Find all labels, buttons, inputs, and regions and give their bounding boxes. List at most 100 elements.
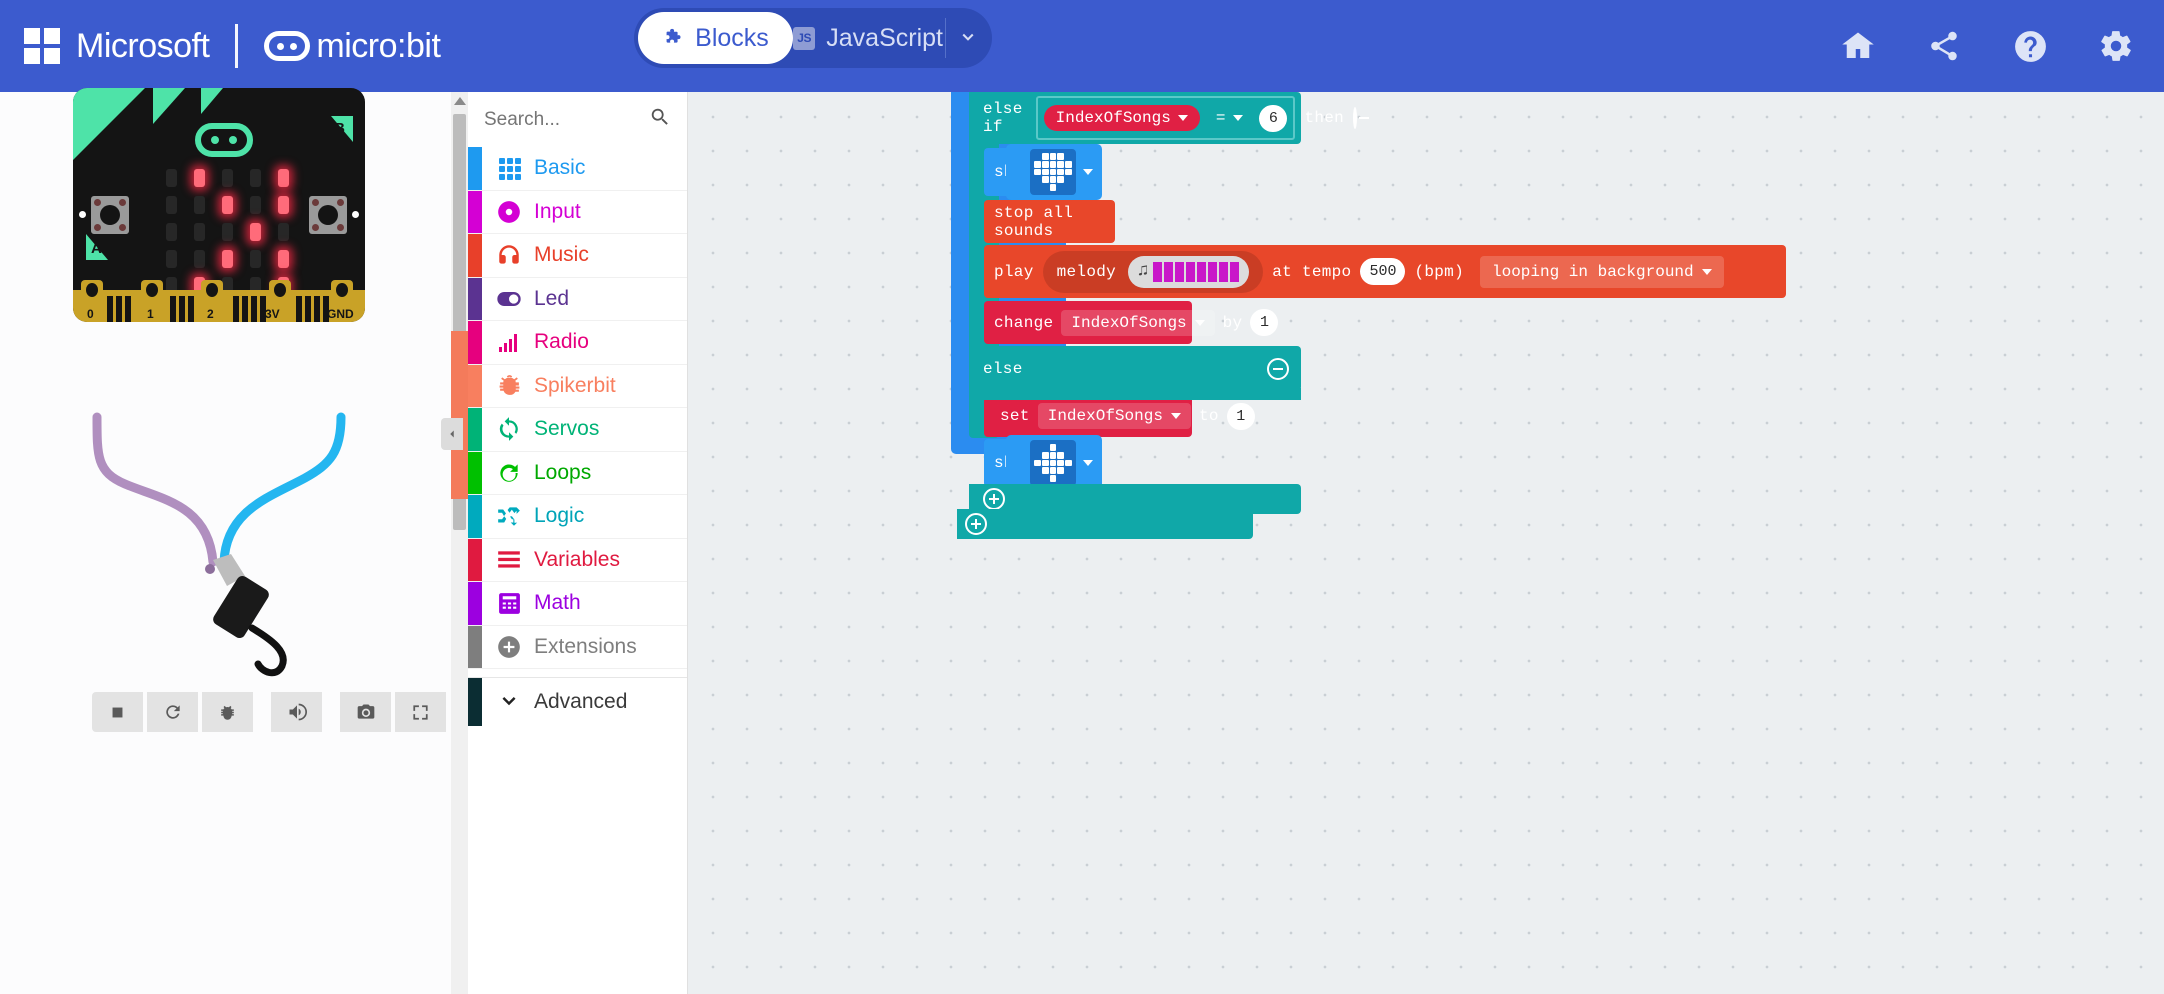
if-else-add-row-3[interactable] [957,509,1253,539]
toolbox-item-input[interactable]: Input [468,190,687,234]
toolbox-item-music[interactable]: Music [468,234,687,278]
button-b[interactable] [309,196,347,234]
tab-blocks[interactable]: Blocks [638,12,793,64]
show-icon-field-wrap-1[interactable] [1006,144,1102,200]
led-cell-0-4 [1065,444,1072,451]
expand-icon[interactable] [395,692,446,732]
led-pattern-field[interactable] [1030,440,1076,486]
toolbox-item-math[interactable]: Math [468,582,687,626]
play-label: play [994,262,1034,281]
set-variable-dropdown[interactable]: IndexOfSongs [1037,403,1191,429]
change-variable-dropdown[interactable]: IndexOfSongs [1061,309,1215,336]
led-1-4 [277,195,289,214]
js-badge-icon: JS [793,26,816,50]
led-0-0 [165,168,177,187]
category-color-bar [468,582,482,625]
toolbox-item-variables[interactable]: Variables [468,538,687,582]
search-input[interactable] [484,108,634,131]
led-cell-2-3 [1057,168,1065,176]
play-melody-block[interactable]: play melody ♫ at tempo 500 (bpm) looping… [984,245,1786,298]
toolbox-item-led[interactable]: Led [468,277,687,321]
if-else-footer-1[interactable] [969,388,1301,400]
toolbox-item-logic[interactable]: Logic [468,495,687,539]
stop-all-sounds-block[interactable]: stop all sounds [984,200,1115,243]
chevron-down-icon[interactable] [946,27,990,49]
category-color-bar [468,625,482,668]
camera-icon[interactable] [340,692,391,732]
chevron-down-icon[interactable] [1083,169,1093,175]
chevron-down-icon[interactable] [1177,115,1188,121]
blocks-workspace[interactable]: else if IndexOfSongs = 6 then show icon [688,92,2164,994]
chevron-down-icon[interactable] [1194,319,1205,326]
plus-circle-icon[interactable] [965,513,987,535]
lines-icon [492,547,526,573]
led-1-2 [221,195,233,214]
toolbox-search[interactable] [468,92,687,147]
change-amount[interactable]: 1 [1250,309,1279,336]
led-pattern-field[interactable] [1030,149,1076,195]
plus-circle-icon[interactable] [983,488,1005,510]
change-variable-block[interactable]: change IndexOfSongs by 1 [984,301,1279,344]
set-value[interactable]: 1 [1226,402,1255,430]
edge-tooth [233,296,239,322]
settings-gear-icon[interactable] [2096,26,2136,66]
chevron-down-icon[interactable] [1170,413,1181,419]
led-cell-4-4 [1065,184,1072,191]
comparison-slot[interactable]: IndexOfSongs = 6 [1035,96,1296,140]
led-cell-1-4 [1065,451,1072,459]
chevron-down-icon[interactable] [1701,268,1712,275]
led-3-1 [193,249,205,268]
set-variable-block[interactable]: set IndexOfSongs to 1 [984,395,1255,437]
operator-dropdown[interactable]: = [1206,105,1254,131]
toolbox-item-servos[interactable]: Servos [468,408,687,452]
speaker-icon[interactable] [271,692,322,732]
edge-tooth [116,296,122,322]
button-a[interactable] [91,196,129,234]
led-cell-2-4 [1065,459,1072,467]
else-block[interactable]: else [969,346,1301,391]
melody-argument[interactable]: melody ♫ [1042,250,1264,293]
chevron-down-icon[interactable] [1083,460,1093,466]
else-if-block[interactable]: else if IndexOfSongs = 6 then [969,92,1370,144]
minus-circle-icon[interactable] [1353,107,1370,129]
play-mode-dropdown[interactable]: looping in background [1479,255,1724,288]
led-cell-3-0 [1034,176,1041,184]
toolbox-item-loops[interactable]: Loops [468,451,687,495]
to-label: to [1198,407,1219,425]
led-cell-0-3 [1057,444,1065,451]
help-icon[interactable] [2010,26,2050,66]
microbit-board[interactable]: A B 0 1 2 3V GND [73,88,365,322]
variable-getter-else-if[interactable]: IndexOfSongs [1043,105,1200,131]
toolbox-item-extensions[interactable]: Extensions [468,625,687,669]
minus-circle-icon[interactable] [1267,357,1289,380]
stop-square-icon[interactable] [92,692,143,732]
category-label: Basic [534,156,586,180]
comparison-value[interactable]: 6 [1259,104,1288,132]
tempo-value[interactable]: 500 [1360,258,1406,285]
category-color-bar [468,190,482,233]
toolbox-scrollbar[interactable] [451,92,468,994]
home-icon[interactable] [1838,26,1878,66]
magnifier-icon[interactable] [649,106,671,133]
microbit-logo-face-icon[interactable] [195,123,253,157]
led-0-4 [277,168,289,187]
chevron-down-icon[interactable] [1233,115,1244,121]
advanced-label: Advanced [534,690,628,713]
led-cell-3-3 [1057,176,1065,184]
donut-icon [492,199,526,225]
show-icon-field-wrap-2[interactable] [1006,435,1102,491]
toolbox-category-list: Basic Input Music Led Radio Spikerbit Servos Lo… [468,147,687,669]
toolbox-item-spikerbit[interactable]: Spikerbit [468,364,687,408]
chevron-left-icon[interactable] [441,418,463,450]
scroll-up-arrow-icon[interactable] [454,97,466,105]
led-cell-3-3 [1057,467,1065,475]
tab-javascript[interactable]: JS JavaScript [793,12,943,64]
edge-tooth [188,296,194,322]
bug-icon[interactable] [202,692,253,732]
melody-note-bars[interactable]: ♫ [1128,255,1250,288]
toolbox-item-radio[interactable]: Radio [468,321,687,365]
toolbox-item-basic[interactable]: Basic [468,147,687,191]
refresh-icon[interactable] [147,692,198,732]
share-icon[interactable] [1924,26,1964,66]
toolbox-item-advanced[interactable]: Advanced [468,678,687,726]
